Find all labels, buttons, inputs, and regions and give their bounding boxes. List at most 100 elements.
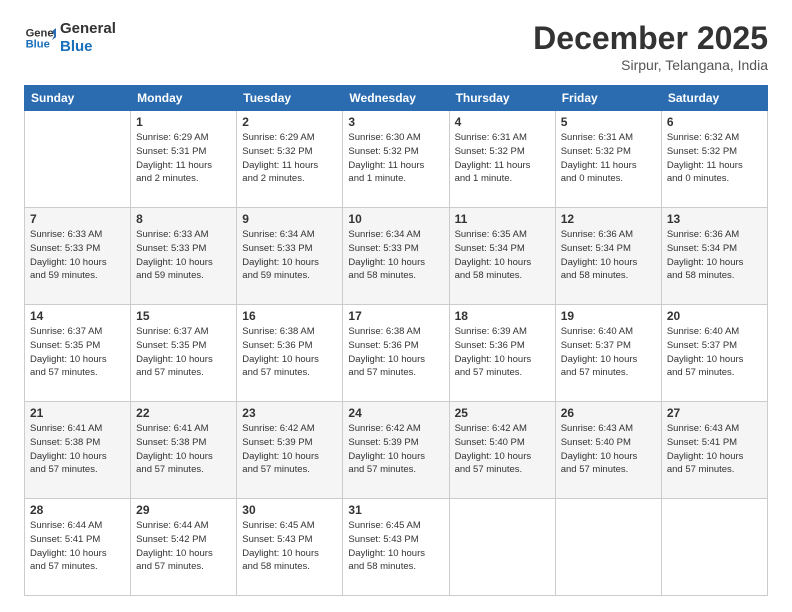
day-info: Sunrise: 6:40 AM Sunset: 5:37 PM Dayligh… bbox=[561, 325, 656, 380]
day-info: Sunrise: 6:44 AM Sunset: 5:42 PM Dayligh… bbox=[136, 519, 231, 574]
day-info: Sunrise: 6:34 AM Sunset: 5:33 PM Dayligh… bbox=[242, 228, 337, 283]
day-info: Sunrise: 6:42 AM Sunset: 5:40 PM Dayligh… bbox=[455, 422, 550, 477]
day-number: 9 bbox=[242, 212, 337, 226]
day-cell: 12 Sunrise: 6:36 AM Sunset: 5:34 PM Dayli… bbox=[555, 208, 661, 305]
day-cell: 23 Sunrise: 6:42 AM Sunset: 5:39 PM Dayli… bbox=[237, 402, 343, 499]
day-number: 27 bbox=[667, 406, 762, 420]
weekday-thursday: Thursday bbox=[449, 86, 555, 111]
day-info: Sunrise: 6:31 AM Sunset: 5:32 PM Dayligh… bbox=[561, 131, 656, 186]
day-cell bbox=[661, 499, 767, 596]
day-info: Sunrise: 6:42 AM Sunset: 5:39 PM Dayligh… bbox=[348, 422, 443, 477]
day-number: 19 bbox=[561, 309, 656, 323]
day-cell: 24 Sunrise: 6:42 AM Sunset: 5:39 PM Dayli… bbox=[343, 402, 449, 499]
day-cell: 1 Sunrise: 6:29 AM Sunset: 5:31 PM Daylig… bbox=[131, 111, 237, 208]
day-info: Sunrise: 6:30 AM Sunset: 5:32 PM Dayligh… bbox=[348, 131, 443, 186]
day-number: 10 bbox=[348, 212, 443, 226]
title-area: December 2025 Sirpur, Telangana, India bbox=[533, 20, 768, 73]
day-info: Sunrise: 6:32 AM Sunset: 5:32 PM Dayligh… bbox=[667, 131, 762, 186]
day-cell: 27 Sunrise: 6:43 AM Sunset: 5:41 PM Dayli… bbox=[661, 402, 767, 499]
week-row-4: 21Sunrise: 6:41 AM Sunset: 5:38 PM Dayli… bbox=[25, 402, 768, 499]
day-info: Sunrise: 6:29 AM Sunset: 5:32 PM Dayligh… bbox=[242, 131, 337, 186]
day-number: 6 bbox=[667, 115, 762, 129]
day-number: 29 bbox=[136, 503, 231, 517]
day-number: 23 bbox=[242, 406, 337, 420]
svg-text:General: General bbox=[26, 27, 56, 39]
day-number: 14 bbox=[30, 309, 125, 323]
page: General Blue General Blue December 2025 … bbox=[0, 0, 792, 612]
day-info: Sunrise: 6:36 AM Sunset: 5:34 PM Dayligh… bbox=[667, 228, 762, 283]
day-cell: 14 Sunrise: 6:37 AM Sunset: 5:35 PM Dayli… bbox=[25, 305, 131, 402]
day-number: 22 bbox=[136, 406, 231, 420]
day-cell bbox=[25, 111, 131, 208]
day-info: Sunrise: 6:39 AM Sunset: 5:36 PM Dayligh… bbox=[455, 325, 550, 380]
day-info: Sunrise: 6:33 AM Sunset: 5:33 PM Dayligh… bbox=[136, 228, 231, 283]
day-number: 26 bbox=[561, 406, 656, 420]
day-cell: 22 Sunrise: 6:41 AM Sunset: 5:38 PM Dayli… bbox=[131, 402, 237, 499]
day-cell: 2Sunrise: 6:29 AM Sunset: 5:32 PM Daylig… bbox=[237, 111, 343, 208]
day-cell: 5 Sunrise: 6:31 AM Sunset: 5:32 PM Daylig… bbox=[555, 111, 661, 208]
week-row-1: 1 Sunrise: 6:29 AM Sunset: 5:31 PM Daylig… bbox=[25, 111, 768, 208]
day-number: 3 bbox=[348, 115, 443, 129]
day-number: 25 bbox=[455, 406, 550, 420]
day-cell: 19 Sunrise: 6:40 AM Sunset: 5:37 PM Dayli… bbox=[555, 305, 661, 402]
day-info: Sunrise: 6:37 AM Sunset: 5:35 PM Dayligh… bbox=[136, 325, 231, 380]
day-cell: 25 Sunrise: 6:42 AM Sunset: 5:40 PM Dayli… bbox=[449, 402, 555, 499]
day-number: 4 bbox=[455, 115, 550, 129]
day-info: Sunrise: 6:43 AM Sunset: 5:41 PM Dayligh… bbox=[667, 422, 762, 477]
calendar-table: SundayMondayTuesdayWednesdayThursdayFrid… bbox=[24, 85, 768, 596]
svg-text:Blue: Blue bbox=[26, 39, 50, 51]
weekday-header-row: SundayMondayTuesdayWednesdayThursdayFrid… bbox=[25, 86, 768, 111]
day-number: 1 bbox=[136, 115, 231, 129]
day-info: Sunrise: 6:44 AM Sunset: 5:41 PM Dayligh… bbox=[30, 519, 125, 574]
day-number: 30 bbox=[242, 503, 337, 517]
day-info: Sunrise: 6:33 AM Sunset: 5:33 PM Dayligh… bbox=[30, 228, 125, 283]
weekday-sunday: Sunday bbox=[25, 86, 131, 111]
day-number: 15 bbox=[136, 309, 231, 323]
day-info: Sunrise: 6:31 AM Sunset: 5:32 PM Dayligh… bbox=[455, 131, 550, 186]
day-info: Sunrise: 6:29 AM Sunset: 5:31 PM Dayligh… bbox=[136, 131, 231, 186]
day-info: Sunrise: 6:45 AM Sunset: 5:43 PM Dayligh… bbox=[348, 519, 443, 574]
day-cell: 11 Sunrise: 6:35 AM Sunset: 5:34 PM Dayli… bbox=[449, 208, 555, 305]
logo-blue: Blue bbox=[60, 38, 116, 56]
logo: General Blue General Blue bbox=[24, 20, 116, 56]
weekday-saturday: Saturday bbox=[661, 86, 767, 111]
weekday-friday: Friday bbox=[555, 86, 661, 111]
day-number: 5 bbox=[561, 115, 656, 129]
day-cell: 8 Sunrise: 6:33 AM Sunset: 5:33 PM Daylig… bbox=[131, 208, 237, 305]
day-number: 13 bbox=[667, 212, 762, 226]
day-number: 12 bbox=[561, 212, 656, 226]
day-cell: 18Sunrise: 6:39 AM Sunset: 5:36 PM Dayli… bbox=[449, 305, 555, 402]
day-number: 24 bbox=[348, 406, 443, 420]
day-cell: 9 Sunrise: 6:34 AM Sunset: 5:33 PM Daylig… bbox=[237, 208, 343, 305]
day-info: Sunrise: 6:41 AM Sunset: 5:38 PM Dayligh… bbox=[136, 422, 231, 477]
day-info: Sunrise: 6:36 AM Sunset: 5:34 PM Dayligh… bbox=[561, 228, 656, 283]
day-info: Sunrise: 6:38 AM Sunset: 5:36 PM Dayligh… bbox=[348, 325, 443, 380]
header: General Blue General Blue December 2025 … bbox=[24, 20, 768, 73]
logo-general: General bbox=[60, 20, 116, 38]
day-number: 11 bbox=[455, 212, 550, 226]
logo-icon: General Blue bbox=[24, 22, 56, 54]
day-number: 31 bbox=[348, 503, 443, 517]
day-number: 28 bbox=[30, 503, 125, 517]
day-cell: 21Sunrise: 6:41 AM Sunset: 5:38 PM Dayli… bbox=[25, 402, 131, 499]
day-cell: 10 Sunrise: 6:34 AM Sunset: 5:33 PM Dayli… bbox=[343, 208, 449, 305]
day-cell bbox=[555, 499, 661, 596]
weekday-wednesday: Wednesday bbox=[343, 86, 449, 111]
day-number: 20 bbox=[667, 309, 762, 323]
day-info: Sunrise: 6:40 AM Sunset: 5:37 PM Dayligh… bbox=[667, 325, 762, 380]
day-cell: 28 Sunrise: 6:44 AM Sunset: 5:41 PM Dayli… bbox=[25, 499, 131, 596]
day-cell bbox=[449, 499, 555, 596]
day-cell: 30Sunrise: 6:45 AM Sunset: 5:43 PM Dayli… bbox=[237, 499, 343, 596]
day-info: Sunrise: 6:34 AM Sunset: 5:33 PM Dayligh… bbox=[348, 228, 443, 283]
day-info: Sunrise: 6:35 AM Sunset: 5:34 PM Dayligh… bbox=[455, 228, 550, 283]
day-info: Sunrise: 6:43 AM Sunset: 5:40 PM Dayligh… bbox=[561, 422, 656, 477]
day-number: 17 bbox=[348, 309, 443, 323]
day-cell: 3 Sunrise: 6:30 AM Sunset: 5:32 PM Daylig… bbox=[343, 111, 449, 208]
week-row-2: 7Sunrise: 6:33 AM Sunset: 5:33 PM Daylig… bbox=[25, 208, 768, 305]
day-info: Sunrise: 6:42 AM Sunset: 5:39 PM Dayligh… bbox=[242, 422, 337, 477]
day-cell: 31 Sunrise: 6:45 AM Sunset: 5:43 PM Dayli… bbox=[343, 499, 449, 596]
day-number: 8 bbox=[136, 212, 231, 226]
day-cell: 4 Sunrise: 6:31 AM Sunset: 5:32 PM Daylig… bbox=[449, 111, 555, 208]
day-info: Sunrise: 6:37 AM Sunset: 5:35 PM Dayligh… bbox=[30, 325, 125, 380]
weekday-tuesday: Tuesday bbox=[237, 86, 343, 111]
